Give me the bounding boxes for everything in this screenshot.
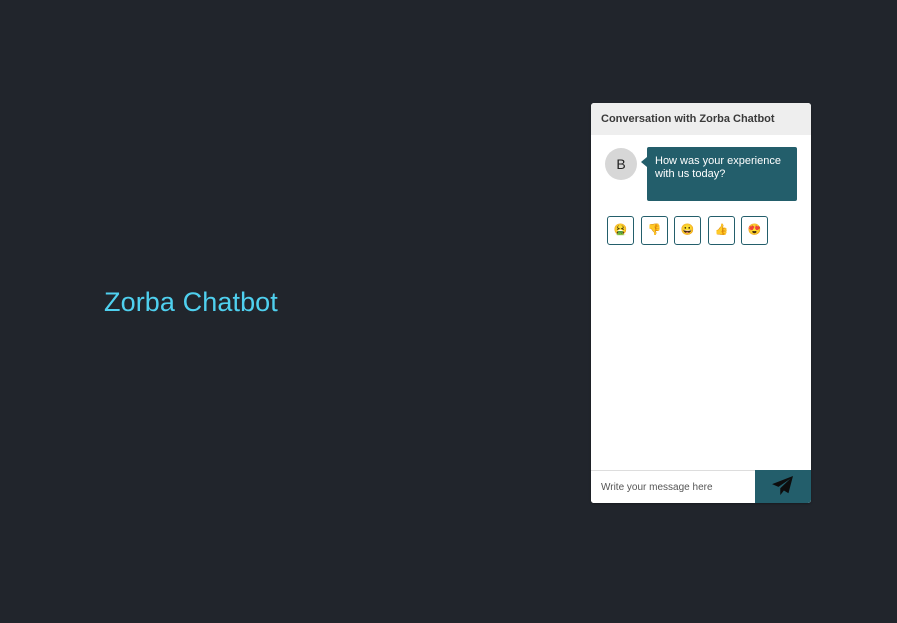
message-input[interactable]: [591, 471, 755, 503]
thumbs-up-icon: 👍: [714, 224, 729, 236]
rating-button-thumbs-up[interactable]: 👍: [708, 216, 735, 245]
rating-button-smile[interactable]: 😀: [674, 216, 701, 245]
rating-button-nauseated[interactable]: 🤮: [607, 216, 634, 245]
send-button[interactable]: [755, 470, 811, 503]
nauseated-face-icon: 🤮: [613, 224, 628, 236]
rating-button-heart-eyes[interactable]: 😍: [741, 216, 768, 245]
paper-plane-icon: [772, 476, 793, 496]
slightly-smiling-face-icon: 😀: [680, 224, 695, 236]
thumbs-down-icon: 👎: [647, 224, 662, 236]
chat-messages-area: B How was your experience with us today?…: [591, 135, 811, 470]
bot-message-bubble: How was your experience with us today?: [641, 147, 797, 201]
heart-eyes-face-icon: 😍: [747, 224, 762, 236]
app-title: Zorba Chatbot: [104, 287, 278, 317]
chat-input-bar: [591, 470, 811, 503]
bot-message-text: How was your experience with us today?: [655, 155, 781, 180]
bot-avatar: B: [605, 148, 637, 180]
chat-header-title: Conversation with Zorba Chatbot: [591, 103, 811, 135]
bubble-tail: [641, 157, 647, 167]
chat-widget: Conversation with Zorba Chatbot B How wa…: [591, 103, 811, 503]
page: Zorba Chatbot Conversation with Zorba Ch…: [0, 0, 897, 623]
rating-button-thumbs-down[interactable]: 👎: [641, 216, 668, 245]
